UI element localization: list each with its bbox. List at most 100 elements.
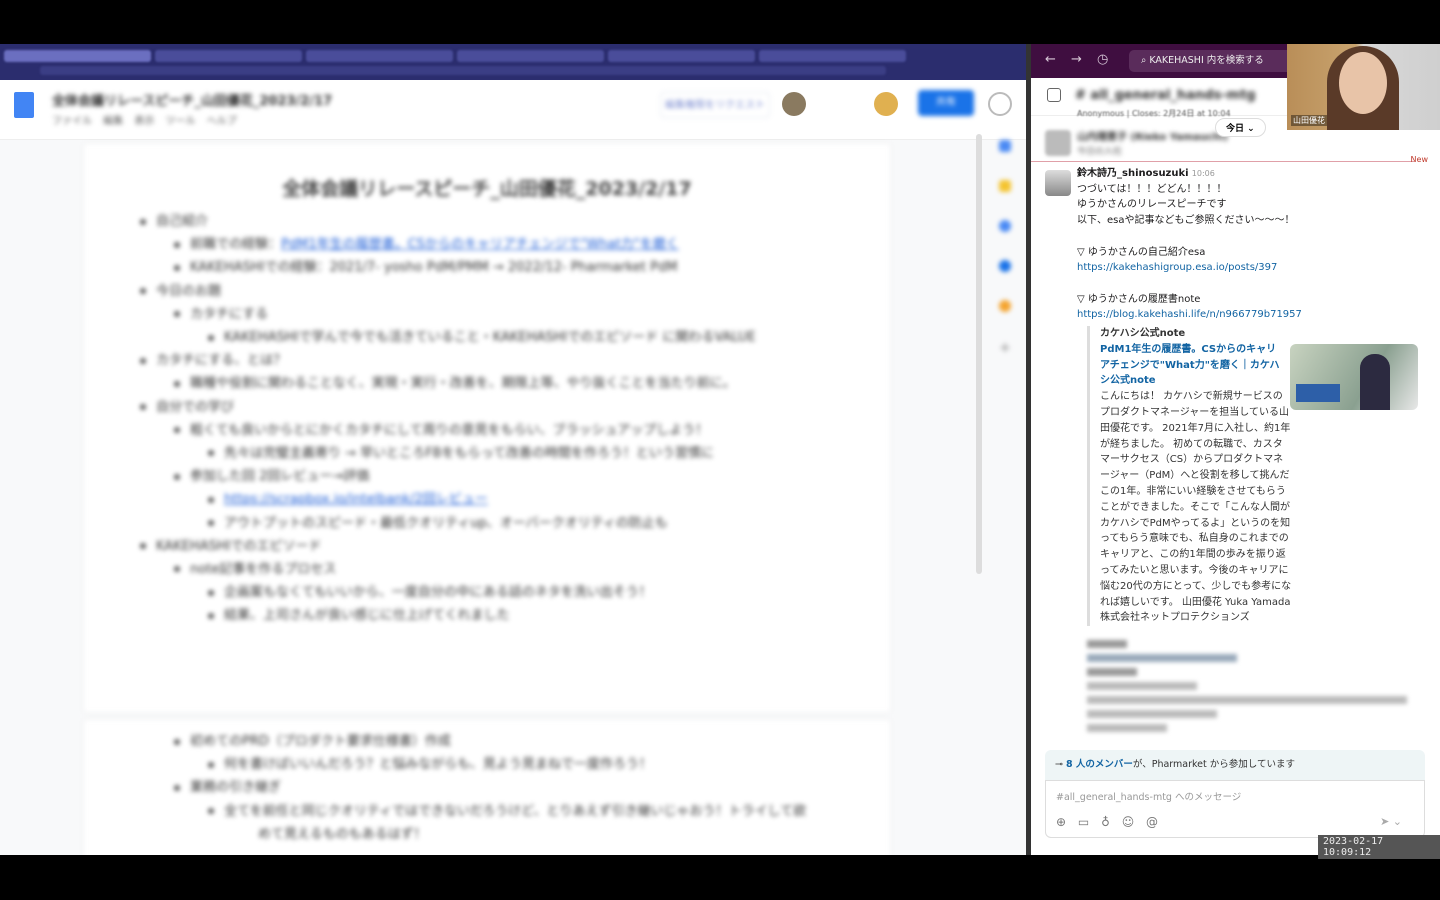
message-composer[interactable]: #all_general_hands-mtg へのメッセージ ⊕ ▭ ♁ ☺ @… <box>1045 780 1425 838</box>
add-icon[interactable]: + <box>999 340 1011 356</box>
back-icon[interactable]: ← <box>1045 52 1056 67</box>
doc-bullet: 前職での経験：PdM1年生の履歴書。CSからのキャリアチェンジで"What力"を… <box>140 233 870 256</box>
tasks-icon[interactable] <box>999 220 1011 232</box>
bullet-icon <box>174 241 180 248</box>
history-icon[interactable]: ◷ <box>1097 52 1108 67</box>
calendar-icon[interactable] <box>999 140 1011 152</box>
request-edit-button[interactable]: 編集権限をリクエスト <box>660 92 770 118</box>
screen-share: 全体会議リレースピーチ_山田優花_2023/2/17 ファイル 編集 表示 ツー… <box>0 44 1440 855</box>
doc-link[interactable]: https://scrapbox.io/intelbank/2回レビュー <box>224 492 488 507</box>
docs-header: 全体会議リレースピーチ_山田優花_2023/2/17 ファイル 編集 表示 ツー… <box>0 80 1026 140</box>
bullet-text: 今日のお題 <box>156 283 222 299</box>
bullet-text: 参加した回 2回レビュー→評価 <box>190 469 370 485</box>
browser-tab[interactable] <box>306 50 453 62</box>
browser-tab[interactable] <box>4 50 151 62</box>
bullet-text: 自己紹介 <box>156 214 209 230</box>
doc-bullet: 粗くても良いからとにかくカタチにして周りの意見をもらい、ブラッシュアップしよう！ <box>140 419 870 442</box>
members-link[interactable]: 8 人のメンバー <box>1066 759 1133 770</box>
new-messages-line <box>1031 161 1414 162</box>
channel-name[interactable]: # all_general_hands-mtg <box>1075 88 1256 103</box>
keep-icon[interactable] <box>999 180 1011 192</box>
message-text: 今日の入社 <box>1077 147 1123 157</box>
meet-icon[interactable] <box>874 92 898 116</box>
mic-icon[interactable]: ♁ <box>1101 815 1110 829</box>
bullet-text: 全てを前任と同じクオリティではできないだろうけど、とりあえず引き継いじゃおう！ト… <box>224 803 807 819</box>
bullet-icon <box>208 496 214 503</box>
doc-bullet: カタチにする、とは？ <box>140 349 870 372</box>
message-line: 以下、esaや記事などもご参照ください〜〜〜！ <box>1077 215 1295 227</box>
bullet-text: アウトプットのスピード・最低クオリティup、オーバークオリティの防止も <box>224 515 668 531</box>
share-button[interactable]: 共有 <box>918 90 974 116</box>
bullet-icon <box>174 311 180 318</box>
poll-meta: Anonymous | Closes: 2月24日 at 10:04 <box>1077 109 1231 118</box>
search-input[interactable]: ⌕ KAKEHASHI 内を検索する <box>1129 50 1309 72</box>
bullet-text: 企画案もなくてもいいから、一度自分の中にある話のネタを洗い出そう！ <box>224 585 652 601</box>
preview-thumbnail[interactable] <box>1290 344 1418 410</box>
bullet-text: KAKEHASHIで学んで今でも活きていること・KAKEHASHIでのエピソード… <box>224 330 756 346</box>
browser-tab[interactable] <box>759 50 906 62</box>
preview-source: カケハシ公式note <box>1100 328 1186 339</box>
message-author[interactable]: 鈴木詩乃_shinosuzuki <box>1077 168 1189 179</box>
blurred-replies <box>1087 634 1417 744</box>
scrollbar[interactable] <box>976 134 982 574</box>
message-line: ▽ ゆうかさんの自己紹介esa <box>1077 246 1206 258</box>
bullet-text: カタチにする、とは？ <box>156 353 287 369</box>
slack-window: ← → ◷ ⌕ KAKEHASHI 内を検索する # all_general_h… <box>1031 44 1440 855</box>
doc-bullet: 全てを前任と同じクオリティではできないだろうけど、とりあえず引き継いじゃおう！ト… <box>140 800 870 823</box>
contacts-icon[interactable] <box>999 260 1011 272</box>
mention-icon[interactable]: @ <box>1146 815 1158 829</box>
bullet-icon <box>208 334 214 341</box>
doc-bullet: 結果、上司さんが良い感じに仕上げてくれました <box>140 604 870 627</box>
bullet-icon <box>174 264 180 271</box>
doc-bullet: note記事を作るプロセス <box>140 558 870 581</box>
plus-icon[interactable]: ⊕ <box>1056 815 1066 829</box>
preview-title[interactable]: PdM1年生の履歴書。CSからのキャリアチェンジで"What力"を磨く｜カケハシ… <box>1100 342 1286 389</box>
bullet-icon <box>174 784 180 791</box>
avatar <box>1045 130 1071 156</box>
browser-tab[interactable] <box>155 50 302 62</box>
message-time[interactable]: 10:06 <box>1192 169 1215 178</box>
browser-tab[interactable] <box>608 50 755 62</box>
date-divider-pill[interactable]: 今日 ⌄ <box>1215 118 1266 137</box>
address-bar[interactable] <box>40 66 886 75</box>
doc-bullet: 今日のお題 <box>140 280 870 303</box>
doc-bullet: https://scrapbox.io/intelbank/2回レビュー <box>140 488 870 511</box>
bullet-icon <box>208 520 214 527</box>
doc-bullet: 企画案もなくてもいいから、一度自分の中にある話のネタを洗い出そう！ <box>140 581 870 604</box>
emoji-icon[interactable]: ☺ <box>1122 815 1135 829</box>
esa-link[interactable]: https://kakehashigroup.esa.io/posts/397 <box>1077 262 1277 273</box>
account-icon[interactable] <box>988 92 1012 116</box>
browser-tab[interactable] <box>457 50 604 62</box>
maps-icon[interactable] <box>999 300 1011 312</box>
doc-bullet: 自己紹介 <box>140 210 870 233</box>
message-author[interactable]: 山内理恵子 (Rieko Yamauchi) <box>1077 128 1228 143</box>
message-line: ゆうかさんのリレースピーチです <box>1077 199 1227 211</box>
bullet-icon <box>208 589 214 596</box>
doc-link[interactable]: PdM1年生の履歴書。CSからのキャリアチェンジで"What力"を磨く <box>281 237 679 252</box>
doc-title[interactable]: 全体会議リレースピーチ_山田優花_2023/2/17 <box>52 90 332 109</box>
shared-channel-banner: ⊸ 8 人のメンバーが、Pharmarket から参加しています <box>1045 750 1425 780</box>
doc-bullet: 参加した回 2回レビュー→評価 <box>140 465 870 488</box>
avatar[interactable] <box>1045 170 1071 196</box>
docs-menu[interactable]: ファイル 編集 表示 ツール ヘルプ <box>52 112 237 127</box>
send-icon[interactable]: ➤ ⌄ <box>1380 815 1402 828</box>
doc-bullet: カタチにする <box>140 303 870 326</box>
banner-text: が、Pharmarket から参加しています <box>1132 759 1295 770</box>
google-docs-window: 全体会議リレースピーチ_山田優花_2023/2/17 ファイル 編集 表示 ツー… <box>0 44 1026 855</box>
bullet-text: KAKEHASHIでの経験：2021/7- yosho PdM/PMM → 20… <box>190 260 678 276</box>
forward-icon[interactable]: → <box>1071 52 1082 67</box>
participant-name: 山田優花 <box>1291 115 1327 126</box>
video-icon[interactable]: ▭ <box>1078 815 1089 829</box>
note-link[interactable]: https://blog.kakehashi.life/n/n966779b71… <box>1077 309 1302 320</box>
bullet-text: 何を書けばいいんだろう？と悩みながらも、見よう見まねで一度作ろう！ <box>224 757 652 773</box>
bullet-icon <box>174 473 180 480</box>
bullet-text: 先々は完璧主義寄り → 早いところFBをもらって改善の時間を作ろう！という習慣に <box>224 445 714 461</box>
avatar <box>782 92 806 116</box>
composer-placeholder: #all_general_hands-mtg へのメッセージ <box>1056 792 1242 803</box>
bullet-text: 前職での経験： <box>190 237 282 253</box>
doc-bullet: 職種や役割に関わることなく、実現・実行・改善を、期限上等、やり抜くことを当たり前… <box>140 372 870 395</box>
message-line: つづいては！！！どどん！！！！ <box>1077 183 1227 195</box>
bullet-icon <box>208 761 214 768</box>
sidebar-toggle-icon[interactable] <box>1047 88 1061 102</box>
bullet-icon <box>174 566 180 573</box>
